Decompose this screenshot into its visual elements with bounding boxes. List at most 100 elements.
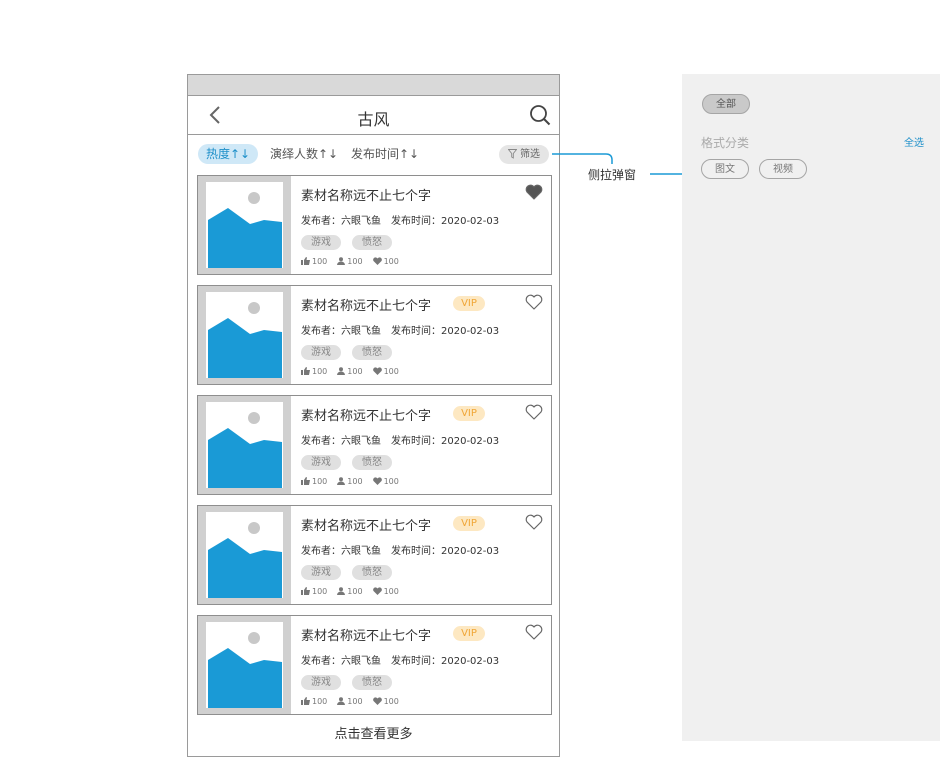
card-title: 素材名称远不止七个字 xyxy=(301,519,432,534)
users-count: 100 xyxy=(347,257,363,266)
card-stats: 100 100 100 xyxy=(301,697,409,706)
heart-icon xyxy=(372,257,382,265)
card-stats: 100 100 100 xyxy=(301,587,409,596)
card-meta: 发布者：六眼飞鱼 发布时间：2020-02-03 xyxy=(301,652,499,667)
users-count: 100 xyxy=(347,587,363,596)
publish-time-text: 发布时间：2020-02-03 xyxy=(391,656,500,667)
users-count: 100 xyxy=(347,697,363,706)
thumbnail-image xyxy=(198,286,291,384)
favorite-heart-icon[interactable] xyxy=(525,624,543,640)
sort-publish-time-button[interactable]: 发布时间↑↓ xyxy=(351,144,419,164)
hearts-count: 100 xyxy=(383,257,399,266)
thumbnail-image xyxy=(198,616,291,714)
vip-badge: VIP xyxy=(453,626,485,641)
likes-stat: 100 xyxy=(301,697,327,706)
material-card[interactable]: 素材名称远不止七个字 VIP 发布者：六眼飞鱼 发布时间：2020-02-03 游戏 愤怒… xyxy=(197,505,552,605)
card-stats: 100 100 100 xyxy=(301,367,409,376)
hearts-count: 100 xyxy=(383,477,399,486)
user-icon xyxy=(337,587,346,595)
tag-chip[interactable]: 游戏 xyxy=(301,235,341,250)
likes-stat: 100 xyxy=(301,477,327,486)
favorite-heart-icon[interactable] xyxy=(525,514,543,530)
favorite-heart-icon[interactable] xyxy=(525,184,543,200)
likes-count: 100 xyxy=(312,257,328,266)
favorite-heart-icon[interactable] xyxy=(525,294,543,310)
format-category-title: 格式分类 xyxy=(701,136,750,150)
card-title: 素材名称远不止七个字 xyxy=(301,629,432,644)
sort-hot-button[interactable]: 热度↑↓ xyxy=(198,144,259,164)
heart-icon xyxy=(372,587,382,595)
nav-bar: 古风 xyxy=(188,95,559,135)
thumbnail-image xyxy=(198,176,291,274)
publisher-text: 发布者：六眼飞鱼 xyxy=(301,546,381,557)
hearts-stat: 100 xyxy=(372,697,399,706)
likes-stat: 100 xyxy=(301,587,327,596)
filter-all-chip[interactable]: 全部 xyxy=(702,94,750,114)
filter-chip-video[interactable]: 视频 xyxy=(759,159,807,179)
publish-time-text: 发布时间：2020-02-03 xyxy=(391,216,500,227)
sort-performers-button[interactable]: 演绎人数↑↓ xyxy=(270,144,338,164)
material-card[interactable]: 素材名称远不止七个字 VIP 发布者：六眼飞鱼 发布时间：2020-02-03 游戏 愤怒… xyxy=(197,285,552,385)
card-title: 素材名称远不止七个字 xyxy=(301,189,432,204)
users-stat: 100 xyxy=(337,367,363,376)
sort-bar: 热度↑↓ 演绎人数↑↓ 发布时间↑↓ 筛选 xyxy=(188,141,559,167)
thumb-up-icon xyxy=(301,587,310,595)
select-all-link[interactable]: 全选 xyxy=(904,134,924,149)
tag-chip[interactable]: 愤怒 xyxy=(352,235,392,250)
user-icon xyxy=(337,697,346,705)
thumb-up-icon xyxy=(301,477,310,485)
users-count: 100 xyxy=(347,367,363,376)
favorite-heart-icon[interactable] xyxy=(525,404,543,420)
hearts-count: 100 xyxy=(383,367,399,376)
card-title: 素材名称远不止七个字 xyxy=(301,299,432,314)
thumbnail-image xyxy=(198,396,291,494)
tag-chip[interactable]: 愤怒 xyxy=(352,345,392,360)
hearts-stat: 100 xyxy=(372,367,399,376)
user-icon xyxy=(337,367,346,375)
tag-chip[interactable]: 游戏 xyxy=(301,675,341,690)
publisher-text: 发布者：六眼飞鱼 xyxy=(301,216,381,227)
publish-time-text: 发布时间：2020-02-03 xyxy=(391,436,500,447)
hearts-count: 100 xyxy=(383,587,399,596)
tag-chip[interactable]: 游戏 xyxy=(301,565,341,580)
search-icon[interactable] xyxy=(529,104,551,126)
filter-button[interactable]: 筛选 xyxy=(499,145,549,164)
hearts-stat: 100 xyxy=(372,587,399,596)
material-card[interactable]: 素材名称远不止七个字发布者：六眼飞鱼 发布时间：2020-02-03 游戏 愤怒 100… xyxy=(197,175,552,275)
filter-chip-image-text[interactable]: 图文 xyxy=(701,159,749,179)
filter-label: 筛选 xyxy=(520,149,540,160)
publish-time-text: 发布时间：2020-02-03 xyxy=(391,546,500,557)
hearts-stat: 100 xyxy=(372,257,399,266)
card-meta: 发布者：六眼飞鱼 发布时间：2020-02-03 xyxy=(301,432,499,447)
card-title: 素材名称远不止七个字 xyxy=(301,409,432,424)
phone-frame: 古风 热度↑↓ 演绎人数↑↓ 发布时间↑↓ 筛选 素材名称远不止七个字发布者：六… xyxy=(187,74,560,757)
tag-chip[interactable]: 愤怒 xyxy=(352,675,392,690)
heart-icon xyxy=(372,367,382,375)
material-card[interactable]: 素材名称远不止七个字 VIP 发布者：六眼飞鱼 发布时间：2020-02-03 游戏 愤怒… xyxy=(197,615,552,715)
card-stats: 100 100 100 xyxy=(301,257,409,266)
annotation-label: 侧拉弹窗 xyxy=(588,168,637,182)
hearts-stat: 100 xyxy=(372,477,399,486)
users-stat: 100 xyxy=(337,587,363,596)
likes-stat: 100 xyxy=(301,367,327,376)
load-more-button[interactable]: 点击查看更多 xyxy=(188,723,559,742)
card-stats: 100 100 100 xyxy=(301,477,409,486)
tag-chip[interactable]: 游戏 xyxy=(301,345,341,360)
card-meta: 发布者：六眼飞鱼 发布时间：2020-02-03 xyxy=(301,542,499,557)
tag-chip[interactable]: 愤怒 xyxy=(352,565,392,580)
card-meta: 发布者：六眼飞鱼 发布时间：2020-02-03 xyxy=(301,322,499,337)
hearts-count: 100 xyxy=(383,697,399,706)
tag-chip[interactable]: 游戏 xyxy=(301,455,341,470)
users-stat: 100 xyxy=(337,257,363,266)
tag-chip[interactable]: 愤怒 xyxy=(352,455,392,470)
heart-icon xyxy=(372,477,382,485)
users-count: 100 xyxy=(347,477,363,486)
card-meta: 发布者：六眼飞鱼 发布时间：2020-02-03 xyxy=(301,212,499,227)
heart-icon xyxy=(372,697,382,705)
material-card[interactable]: 素材名称远不止七个字 VIP 发布者：六眼飞鱼 发布时间：2020-02-03 游戏 愤怒… xyxy=(197,395,552,495)
thumb-up-icon xyxy=(301,697,310,705)
publisher-text: 发布者：六眼飞鱼 xyxy=(301,436,381,447)
likes-count: 100 xyxy=(312,697,328,706)
vip-badge: VIP xyxy=(453,406,485,421)
users-stat: 100 xyxy=(337,477,363,486)
